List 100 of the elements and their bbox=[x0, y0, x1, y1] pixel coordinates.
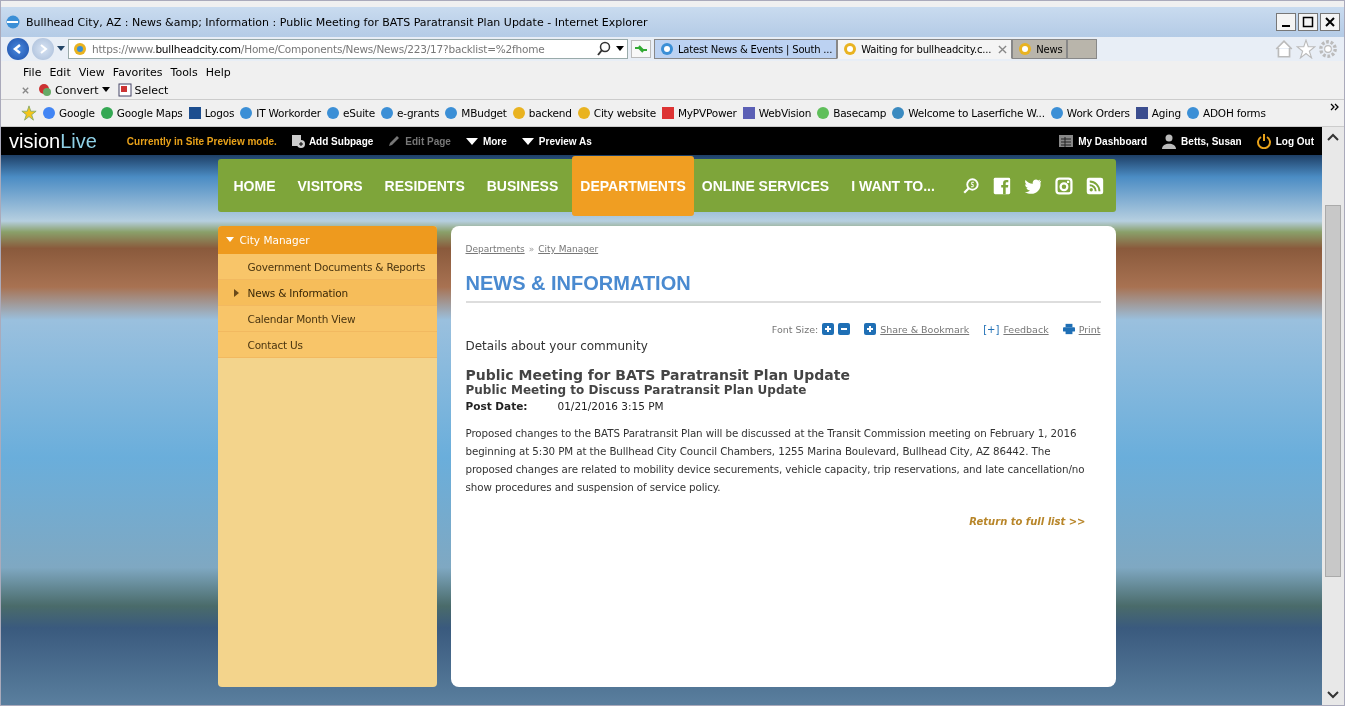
favorites-link[interactable]: IT Workorder bbox=[239, 106, 321, 120]
bookmark-icon bbox=[187, 106, 202, 120]
close-tab-icon[interactable] bbox=[998, 44, 1008, 54]
menu-item[interactable]: Favorites bbox=[112, 65, 163, 79]
menu-item[interactable]: File bbox=[23, 65, 42, 79]
print-link[interactable]: Print bbox=[1078, 323, 1101, 335]
star-icon[interactable] bbox=[1296, 39, 1316, 59]
favorites-link[interactable]: MBudget bbox=[444, 106, 507, 120]
menu-item[interactable]: Edit bbox=[49, 65, 71, 79]
breadcrumb-link[interactable]: Departments bbox=[465, 244, 525, 254]
more-chevron-icon[interactable] bbox=[1330, 103, 1340, 111]
favorites-link[interactable]: Google Maps bbox=[99, 106, 183, 120]
page-title: NEWS & INFORMATION bbox=[465, 272, 1101, 303]
plus-icon[interactable] bbox=[864, 323, 877, 335]
home-icon[interactable] bbox=[1274, 39, 1294, 59]
caret-icon[interactable] bbox=[57, 46, 65, 52]
bookmark-icon bbox=[891, 106, 906, 120]
new-tab-button[interactable] bbox=[1067, 39, 1098, 59]
pencil-icon bbox=[387, 134, 402, 148]
post-date-label: Post Date: bbox=[465, 400, 529, 412]
bookmark-icon bbox=[741, 106, 756, 120]
cms-user-button[interactable]: My Dashboard bbox=[1058, 133, 1148, 149]
cms-action-button[interactable]: Add Subpage bbox=[290, 134, 374, 148]
bookmark-icon bbox=[1185, 106, 1200, 120]
intro-text: Details about your community bbox=[465, 339, 649, 353]
arrow-right-icon bbox=[233, 288, 240, 297]
favorites-link[interactable]: e-grants bbox=[380, 106, 440, 120]
printer-icon[interactable] bbox=[1062, 323, 1075, 335]
favorites-link[interactable]: backend bbox=[511, 106, 572, 120]
decrease-font-icon[interactable] bbox=[838, 323, 851, 335]
caret-icon bbox=[225, 237, 234, 243]
browser-tab[interactable]: Latest News & Events | South ... bbox=[654, 39, 838, 59]
settings-icon[interactable] bbox=[1318, 39, 1338, 59]
close-button[interactable] bbox=[1320, 13, 1340, 31]
preview-mode-status: Currently in Site Preview mode. bbox=[126, 135, 277, 147]
favorites-link[interactable]: Aging bbox=[1134, 106, 1181, 120]
bookmark-icon bbox=[444, 106, 459, 120]
news-subtitle: Public Meeting to Discuss Paratransit Plan Update bbox=[465, 383, 808, 397]
site-icon bbox=[842, 41, 859, 57]
cms-action-button[interactable]: More bbox=[464, 134, 507, 148]
news-body: Proposed changes to the BATS Paratransit Plan will be discussed at the Transit Commission meeting on February 1, 2016 beginning at 5:30 PM at the Bullhead City Council Chambers, 1255 Marina Boulevard, Bullhead City, AZ 86442. The proposed changes are related to mobility device securements, vehicle capacity, trip reservations, and late cancellation/no show procedures and suspension of service policy. bbox=[465, 426, 1086, 495]
minimize-button[interactable] bbox=[1276, 13, 1296, 31]
cms-logo: visionLive bbox=[9, 129, 97, 153]
address-field[interactable]: https://www.bullheadcity.com/Home/Components/News/News/223/17?backlist=%2fhome bbox=[68, 39, 628, 59]
favorites-link[interactable]: Welcome to Laserfiche W... bbox=[891, 106, 1045, 120]
bookmark-icon bbox=[576, 106, 591, 120]
arrows-icon bbox=[634, 43, 648, 55]
bookmark-icon bbox=[511, 106, 526, 120]
bookmark-icon bbox=[325, 106, 340, 120]
favorites-link[interactable]: Logos bbox=[187, 106, 235, 120]
command-button[interactable]: Convert bbox=[38, 83, 110, 97]
feedback-link[interactable]: Feedback bbox=[1003, 323, 1049, 335]
favorites-link[interactable]: eSuite bbox=[325, 106, 376, 120]
sidebar-item[interactable]: Calendar Month View bbox=[217, 306, 437, 332]
caret-icon[interactable] bbox=[616, 46, 624, 52]
favorites-link[interactable]: ADOH forms bbox=[1185, 106, 1266, 120]
share-bookmark-link[interactable]: Share & Bookmark bbox=[880, 323, 970, 335]
sidebar-item[interactable]: News & Information bbox=[217, 280, 437, 306]
dashboard-icon bbox=[1058, 133, 1075, 149]
cms-user-button[interactable]: Betts, Susan bbox=[1161, 133, 1242, 149]
command-button[interactable]: Select bbox=[117, 83, 169, 97]
compatibility-button[interactable] bbox=[631, 40, 651, 58]
favorites-link[interactable]: WebVision bbox=[741, 106, 812, 120]
add-page-icon bbox=[290, 134, 305, 148]
sidebar-item[interactable]: Contact Us bbox=[217, 332, 437, 358]
maximize-button[interactable] bbox=[1298, 13, 1318, 31]
browser-logo-icon bbox=[5, 14, 21, 30]
scroll-up-icon[interactable] bbox=[1327, 133, 1339, 141]
favorites-star-icon[interactable] bbox=[21, 105, 37, 121]
menu-item[interactable]: Help bbox=[205, 65, 231, 79]
favorites-link[interactable]: MyPVPower bbox=[660, 106, 737, 120]
close-icon bbox=[1324, 16, 1336, 28]
bookmark-icon bbox=[660, 106, 675, 120]
bookmark-icon bbox=[1134, 106, 1149, 120]
close-icon[interactable] bbox=[21, 85, 30, 95]
vertical-scrollbar[interactable] bbox=[1322, 127, 1344, 705]
menu-item[interactable]: View bbox=[78, 65, 105, 79]
back-button[interactable] bbox=[7, 38, 29, 60]
browser-tab[interactable]: Waiting for bullheadcity.c... bbox=[837, 39, 1013, 59]
favorites-link[interactable]: Basecamp bbox=[816, 106, 887, 120]
bookmark-icon bbox=[816, 106, 831, 120]
bookmark-icon bbox=[239, 106, 254, 120]
scroll-down-icon[interactable] bbox=[1327, 691, 1339, 699]
favorites-link[interactable]: Work Orders bbox=[1049, 106, 1130, 120]
sidebar-item[interactable]: Government Documents & Reports bbox=[217, 254, 437, 280]
search-icon[interactable] bbox=[596, 41, 612, 57]
browser-tab[interactable]: News bbox=[1012, 39, 1068, 59]
font-size-label: Font Size: bbox=[771, 323, 819, 335]
site-icon bbox=[659, 41, 675, 57]
caret-icon bbox=[101, 87, 110, 93]
cms-action-button[interactable]: Preview As bbox=[520, 134, 592, 148]
favorites-link[interactable]: Google bbox=[42, 106, 95, 120]
bookmark-icon bbox=[99, 106, 114, 120]
breadcrumb-link[interactable]: City Manager bbox=[538, 244, 599, 254]
tool-icon bbox=[117, 83, 132, 97]
increase-font-icon[interactable] bbox=[822, 323, 835, 335]
menu-item[interactable]: Tools bbox=[170, 65, 198, 79]
cms-user-button[interactable]: Log Out bbox=[1255, 133, 1314, 149]
minimize-icon bbox=[1282, 25, 1290, 27]
favorites-link[interactable]: City website bbox=[576, 106, 656, 120]
